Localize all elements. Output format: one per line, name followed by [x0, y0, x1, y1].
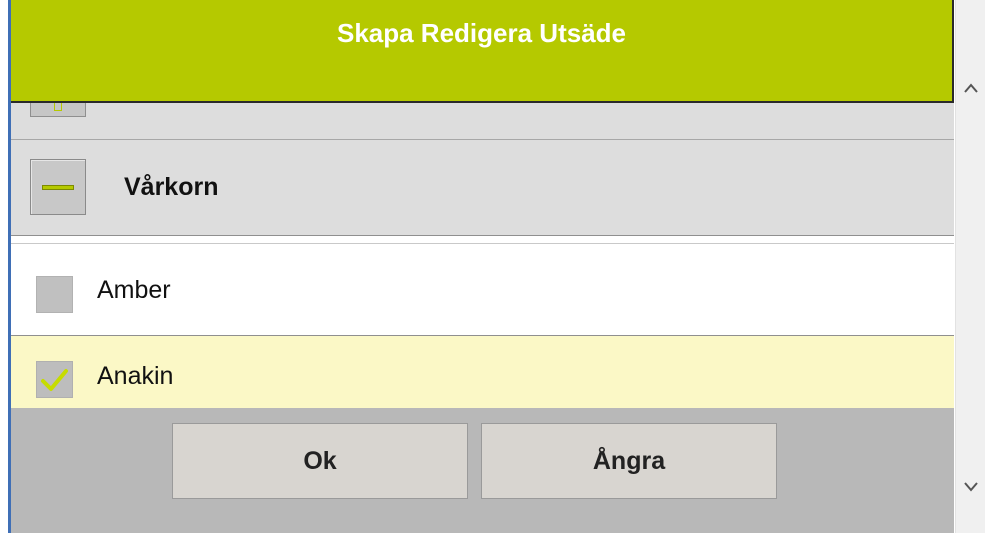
plus-icon	[54, 103, 62, 111]
group-collapse-button[interactable]	[30, 159, 86, 215]
cancel-button[interactable]: Ångra	[481, 423, 777, 499]
dialog-header: Skapa Redigera Utsäde	[11, 0, 954, 103]
item-checkbox-amber[interactable]	[36, 276, 73, 313]
chevron-up-icon	[964, 83, 978, 93]
scroll-up-button[interactable]	[956, 68, 985, 108]
chevron-down-icon	[964, 482, 978, 492]
scroll-down-button[interactable]	[956, 466, 985, 506]
window-edge	[0, 0, 8, 533]
group-row-varkorn[interactable]: Vårkorn	[11, 140, 954, 236]
seed-dialog: Skapa Redigera Utsäde Vårkorn Amber Anak…	[0, 0, 985, 533]
checkmark-icon	[41, 369, 68, 391]
group-toggle-partial[interactable]	[30, 103, 86, 117]
list-separator	[11, 236, 954, 244]
list-item-anakin[interactable]: Anakin	[11, 336, 954, 408]
list-item-amber[interactable]: Amber	[11, 244, 954, 336]
minus-icon	[42, 185, 74, 190]
dialog-footer: Ok Ångra	[11, 408, 954, 533]
group-label: Vårkorn	[124, 173, 219, 201]
dialog-content: Skapa Redigera Utsäde Vårkorn Amber Anak…	[11, 0, 954, 533]
item-checkbox-anakin[interactable]	[36, 361, 73, 398]
group-row-partial	[11, 103, 954, 140]
item-label: Anakin	[97, 362, 174, 390]
ok-button[interactable]: Ok	[172, 423, 468, 499]
vertical-scrollbar[interactable]	[955, 0, 985, 533]
dialog-title: Skapa Redigera Utsäde	[336, 18, 626, 48]
item-label: Amber	[97, 276, 171, 304]
